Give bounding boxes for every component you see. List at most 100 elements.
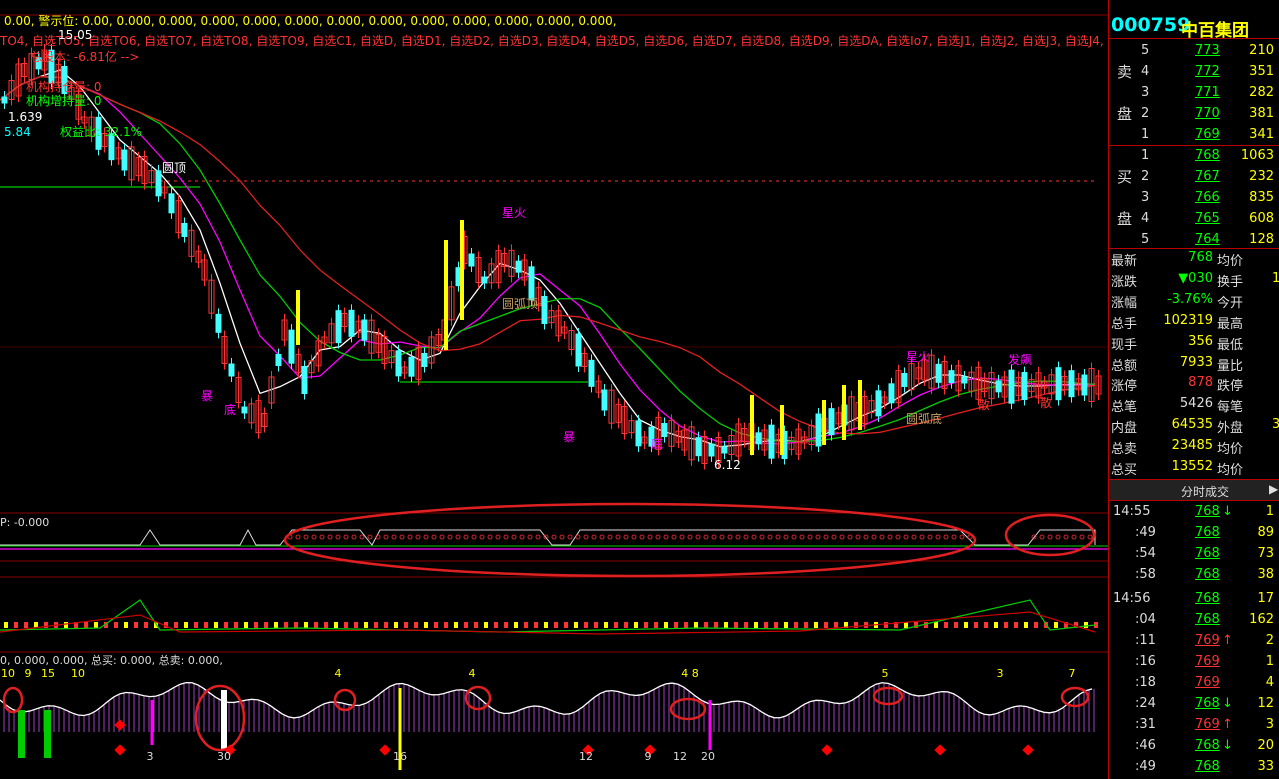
kline-chart-area[interactable]: 3 30 16 12 9 12 20 4 4 4 8 5 3 7 10 9 15 10 0.00, 警示位: 0… (0, 0, 1232, 779)
indicator-dot (855, 534, 861, 540)
indicator2-bar (204, 622, 208, 628)
tick-volume: 38 (1257, 567, 1274, 582)
buy-row[interactable]: 2 767 232 (1109, 167, 1279, 188)
indicator2-bar (464, 622, 468, 628)
stat-value: 7933 (1179, 354, 1213, 370)
ticks-tab-bar[interactable]: 分时成交 ▶ (1109, 479, 1279, 501)
indicator2-bar (304, 622, 308, 628)
stat-value: 64535 (1171, 417, 1213, 433)
tick-price: 768 (1195, 696, 1220, 711)
stat-value: -3.76% (1167, 291, 1213, 307)
ticks-list: 14:55 768 ↓ 1 :49 768 89 :54 768 73 :58 … (1109, 500, 1279, 779)
indicator-dot (1071, 534, 1077, 540)
indicator1-label: P: -0.000 (0, 516, 50, 529)
indicator2-bar (724, 622, 728, 628)
buy-price[interactable]: 764 (1195, 232, 1220, 247)
indicator-dot (391, 534, 397, 540)
label-bottom-2: 底 (651, 437, 664, 451)
stat-label: 总额 (1111, 358, 1138, 374)
tick-volume: 12 (1257, 696, 1274, 711)
tick-row: :49 768 33 (1109, 757, 1279, 778)
candle-body (301, 366, 308, 394)
tick-price: 768 (1195, 504, 1220, 519)
indicator2-bar (444, 622, 448, 628)
sell-price[interactable]: 772 (1195, 64, 1220, 79)
indicator-dot (327, 534, 333, 540)
tick-price: 768 (1195, 525, 1220, 540)
axis-tick-label: 4 (335, 667, 342, 680)
tick-volume: 33 (1257, 759, 1274, 774)
candle-body (661, 423, 668, 437)
indicator2-bar (124, 622, 128, 628)
indicator-dot (447, 534, 453, 540)
axis-tick-label: 15 (41, 667, 55, 680)
indicator2-bar (604, 622, 608, 628)
indicator-dot (463, 534, 469, 540)
chevron-right-icon[interactable]: ▶ (1269, 482, 1278, 496)
buy-price[interactable]: 767 (1195, 169, 1220, 184)
indicator2-bar (1034, 622, 1038, 628)
quote-header: 000759 中百集团 (1109, 0, 1279, 41)
candle-body (575, 333, 582, 367)
buy-row[interactable]: 3 766 835 (1109, 188, 1279, 209)
sell-row[interactable]: 2 770 381 (1109, 104, 1279, 125)
indicator-dot (295, 534, 301, 540)
indicator2-bar (804, 622, 808, 628)
tick-price: 768 (1195, 567, 1220, 582)
candle-body (875, 390, 882, 417)
quote-stats: 最新 768 均价 涨跌 ▼030 换手 1. 涨幅 -3.76% 今开 总手 … (1109, 248, 1279, 478)
indicator2-bar (704, 622, 708, 628)
sell-volume: 381 (1249, 106, 1274, 121)
sell-row[interactable]: 4 772 351 (1109, 62, 1279, 83)
tick-price: 769 (1195, 675, 1220, 690)
indicator-dot (335, 534, 341, 540)
indicator-dot (815, 534, 821, 540)
axis-tick-label: 4 (469, 667, 476, 680)
label-surge: 发飙 (1008, 353, 1033, 367)
indicator2-bar (1084, 622, 1088, 628)
indicator-dot (1079, 534, 1085, 540)
indicator2-bar (734, 622, 738, 628)
indicator-dot (487, 534, 493, 540)
indicator2-bar (524, 622, 528, 628)
tick-time: :18 (1135, 675, 1156, 690)
sell-row[interactable]: 1 769 341 (1109, 125, 1279, 146)
ma-red (0, 76, 1096, 435)
axis-tick-label: 16 (393, 750, 407, 763)
sell-price[interactable]: 771 (1195, 85, 1220, 100)
sell-price[interactable]: 769 (1195, 127, 1220, 142)
tick-row: :04 768 162 (1109, 610, 1279, 631)
sell-row[interactable]: 3 771 282 (1109, 83, 1279, 104)
stat-value: 768 (1188, 250, 1213, 265)
stat-row: 最新 768 均价 (1109, 248, 1279, 269)
buy-row[interactable]: 1 768 1063 (1109, 146, 1279, 167)
indicator-dot (431, 534, 437, 540)
buy-row[interactable]: 4 765 608 (1109, 209, 1279, 230)
indicator-dot (599, 534, 605, 540)
indicator-dot (551, 534, 557, 540)
label-round-top: 圆顶 (162, 161, 187, 175)
stat-value: 13552 (1171, 459, 1213, 474)
indicator-dot (479, 534, 485, 540)
indicator-dot (367, 534, 373, 540)
tab-ticks[interactable]: 分时成交 (1181, 483, 1229, 500)
indicator2-bar (564, 622, 568, 628)
candle-body (961, 376, 968, 384)
indicator-dot (663, 534, 669, 540)
sell-price[interactable]: 770 (1195, 106, 1220, 121)
indicator-dot (503, 534, 509, 540)
stat-label-2: 均价 (1217, 463, 1244, 478)
indicator2-bar (1054, 622, 1058, 628)
sell-price[interactable]: 773 (1195, 43, 1220, 58)
indicator-dot (1039, 534, 1045, 540)
buy-price[interactable]: 765 (1195, 211, 1220, 226)
sell-row[interactable]: 5 773 210 (1109, 41, 1279, 62)
buy-price[interactable]: 768 (1195, 148, 1220, 163)
tick-time: :58 (1135, 567, 1156, 582)
tick-volume: 2 (1265, 633, 1274, 648)
indicator2-bar (354, 622, 358, 628)
tick-time: :49 (1135, 759, 1156, 774)
indicator2-bar (284, 622, 288, 628)
buy-volume: 128 (1249, 232, 1274, 247)
buy-price[interactable]: 766 (1195, 190, 1220, 205)
